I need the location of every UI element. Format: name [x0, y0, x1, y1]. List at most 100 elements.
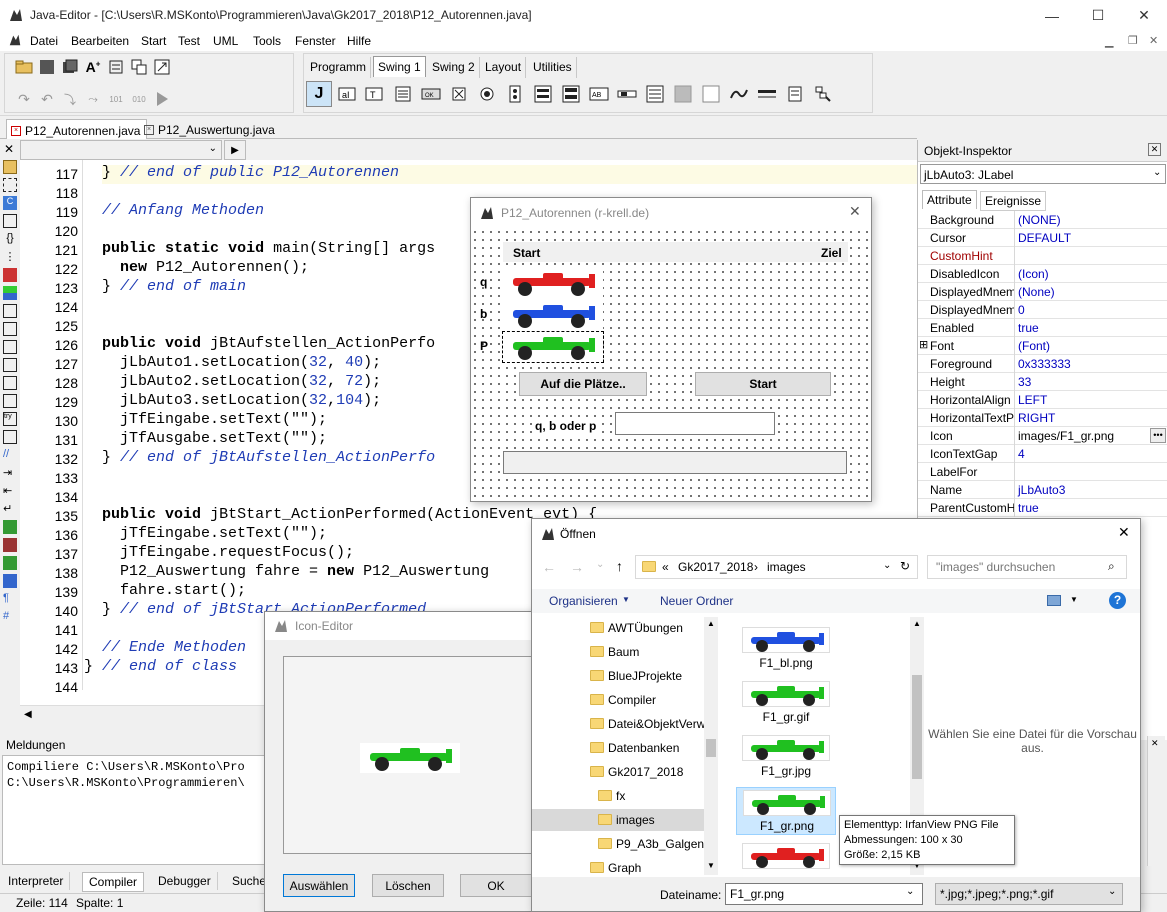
- paragraph-icon[interactable]: ¶: [3, 592, 17, 606]
- property-row[interactable]: DisabledIcon (Icon): [918, 265, 1167, 283]
- structure-icon[interactable]: [106, 57, 126, 77]
- menu-start[interactable]: Start: [141, 34, 166, 48]
- tab-ereignisse[interactable]: Ereignisse: [980, 191, 1047, 211]
- tab-compiler[interactable]: Compiler: [82, 872, 145, 892]
- block-icon[interactable]: [3, 430, 17, 444]
- mdi-minimize-icon[interactable]: ▁: [1105, 35, 1113, 48]
- dialog-icon[interactable]: [3, 340, 17, 354]
- folder-icon[interactable]: [3, 160, 17, 174]
- folder-tree-item[interactable]: AWTÜbungen: [532, 617, 704, 639]
- expand-icon[interactable]: ⊞: [919, 338, 928, 351]
- selection-icon[interactable]: [3, 178, 17, 192]
- font-icon[interactable]: A+: [83, 57, 103, 77]
- up-arrow-icon[interactable]: ↑: [616, 558, 623, 574]
- menu-test[interactable]: Test: [178, 34, 200, 48]
- tab-programm[interactable]: Programm: [306, 57, 372, 78]
- folder-tree-item[interactable]: Compiler: [532, 689, 704, 711]
- file-type-filter[interactable]: *.jpg;*.jpeg;*.png;*.gif ⌄: [935, 883, 1123, 905]
- dots-icon[interactable]: ⋮: [3, 250, 17, 264]
- close-icon[interactable]: ✕: [1148, 143, 1161, 156]
- breadcrumb-gk2017[interactable]: Gk2017_2018: [678, 560, 753, 574]
- property-row[interactable]: Height 33: [918, 373, 1167, 391]
- folder-tree-item[interactable]: P9_A3b_Galgenn: [532, 833, 711, 855]
- menu-fenster[interactable]: Fenster: [295, 34, 336, 48]
- step-over-icon[interactable]: ⤳: [83, 89, 103, 109]
- messages-output[interactable]: Compiliere C:\Users\R.MSKonto\Pro C:\Use…: [2, 755, 268, 865]
- property-row[interactable]: Cursor DEFAULT: [918, 229, 1167, 247]
- colors-icon[interactable]: [3, 286, 17, 300]
- test-icon[interactable]: [3, 556, 17, 570]
- component-select[interactable]: jLbAuto3: JLabel ⌄: [920, 164, 1166, 184]
- help-icon[interactable]: ?: [1109, 592, 1126, 609]
- file-item[interactable]: F1_gr.png: [736, 787, 836, 835]
- export-icon[interactable]: [152, 57, 172, 77]
- class-structure-dropdown[interactable]: ⌄: [20, 140, 222, 160]
- jscrollbar-icon[interactable]: [617, 84, 637, 104]
- property-row[interactable]: IconTextGap 4: [918, 445, 1167, 463]
- property-row[interactable]: LabelFor: [918, 463, 1167, 481]
- property-value[interactable]: (Icon): [1018, 267, 1049, 281]
- folder-tree-item[interactable]: Graph: [532, 857, 704, 875]
- comment-icon[interactable]: //: [3, 448, 17, 462]
- menu-datei[interactable]: Datei: [30, 34, 58, 48]
- refresh-icon[interactable]: ↻: [900, 559, 910, 573]
- jpanel-icon[interactable]: [645, 84, 665, 104]
- address-bar[interactable]: « Gk2017_2018 › images ⌄ ↻: [635, 555, 918, 579]
- close-icon[interactable]: ✕: [849, 203, 861, 220]
- input-field[interactable]: [615, 412, 775, 435]
- property-value[interactable]: jLbAuto3: [1018, 483, 1065, 497]
- navigate-button[interactable]: ▶: [224, 140, 246, 160]
- jlabel-icon[interactable]: aI: [337, 84, 357, 104]
- canvas-icon[interactable]: [701, 84, 721, 104]
- close-icon[interactable]: ✕: [4, 142, 14, 156]
- document-menu-icon[interactable]: [8, 33, 22, 47]
- property-row[interactable]: Background (NONE): [918, 211, 1167, 229]
- jcheckbox-icon[interactable]: [449, 84, 469, 104]
- folder-tree-item[interactable]: Datei&ObjektVerw: [532, 713, 705, 735]
- property-value[interactable]: (NONE): [1018, 213, 1061, 227]
- scroll-down-icon[interactable]: ▼: [707, 861, 715, 870]
- menu-tools[interactable]: Tools: [253, 34, 281, 48]
- property-row[interactable]: HorizontalTextP RIGHT: [918, 409, 1167, 427]
- property-value[interactable]: (Font): [1018, 339, 1050, 353]
- field-icon[interactable]: [3, 214, 17, 228]
- jtable-icon[interactable]: [785, 84, 805, 104]
- filetab-autorennen[interactable]: × P12_Autorennen.java: [6, 119, 148, 139]
- run-icon[interactable]: [152, 89, 172, 109]
- property-value[interactable]: images/F1_gr.png: [1018, 429, 1114, 443]
- tab-interpreter[interactable]: Interpreter: [2, 872, 71, 890]
- folder-tree-item[interactable]: Baum: [532, 641, 704, 663]
- menu-hilfe[interactable]: Hilfe: [347, 34, 371, 48]
- ellipsis-icon[interactable]: •••: [1150, 428, 1166, 443]
- property-row[interactable]: ⊞ Font (Font): [918, 337, 1167, 355]
- tree-scrollbar[interactable]: ▲ ▼: [704, 617, 718, 875]
- binary-icon[interactable]: 101: [106, 89, 126, 109]
- property-row[interactable]: ParentCustomH true: [918, 499, 1167, 517]
- pointer-tool-icon[interactable]: J: [306, 81, 332, 107]
- jtextfield-icon[interactable]: T: [364, 84, 384, 104]
- property-value[interactable]: LEFT: [1018, 393, 1047, 407]
- monitor-icon[interactable]: [3, 574, 17, 588]
- frame-icon[interactable]: [3, 304, 17, 318]
- jprogressbar-icon[interactable]: [673, 84, 693, 104]
- back-arrow-icon[interactable]: ←: [542, 559, 556, 575]
- car-red-label[interactable]: [503, 268, 603, 298]
- scroll-up-icon[interactable]: ▲: [913, 619, 921, 628]
- jcombobox-icon[interactable]: [561, 84, 581, 104]
- menu-uml[interactable]: UML: [213, 34, 238, 48]
- menu-bearbeiten[interactable]: Bearbeiten: [71, 34, 129, 48]
- property-row[interactable]: CustomHint: [918, 247, 1167, 265]
- output-field[interactable]: [503, 451, 847, 474]
- windows-icon[interactable]: [129, 57, 149, 77]
- ok-button[interactable]: OK: [460, 874, 532, 897]
- folder-tree-item[interactable]: Datenbanken: [532, 737, 704, 759]
- property-row[interactable]: Name jLbAuto3: [918, 481, 1167, 499]
- try-icon[interactable]: try: [3, 412, 17, 426]
- bug-icon[interactable]: [3, 268, 17, 282]
- chevron-down-icon[interactable]: ⌄: [906, 886, 914, 897]
- property-row[interactable]: Foreground 0x333333: [918, 355, 1167, 373]
- jbutton-icon[interactable]: OK: [421, 84, 441, 104]
- tab-utilities[interactable]: Utilities: [529, 57, 577, 78]
- folder-tree-item[interactable]: images: [532, 809, 704, 831]
- folder-tree-item[interactable]: fx: [532, 785, 704, 807]
